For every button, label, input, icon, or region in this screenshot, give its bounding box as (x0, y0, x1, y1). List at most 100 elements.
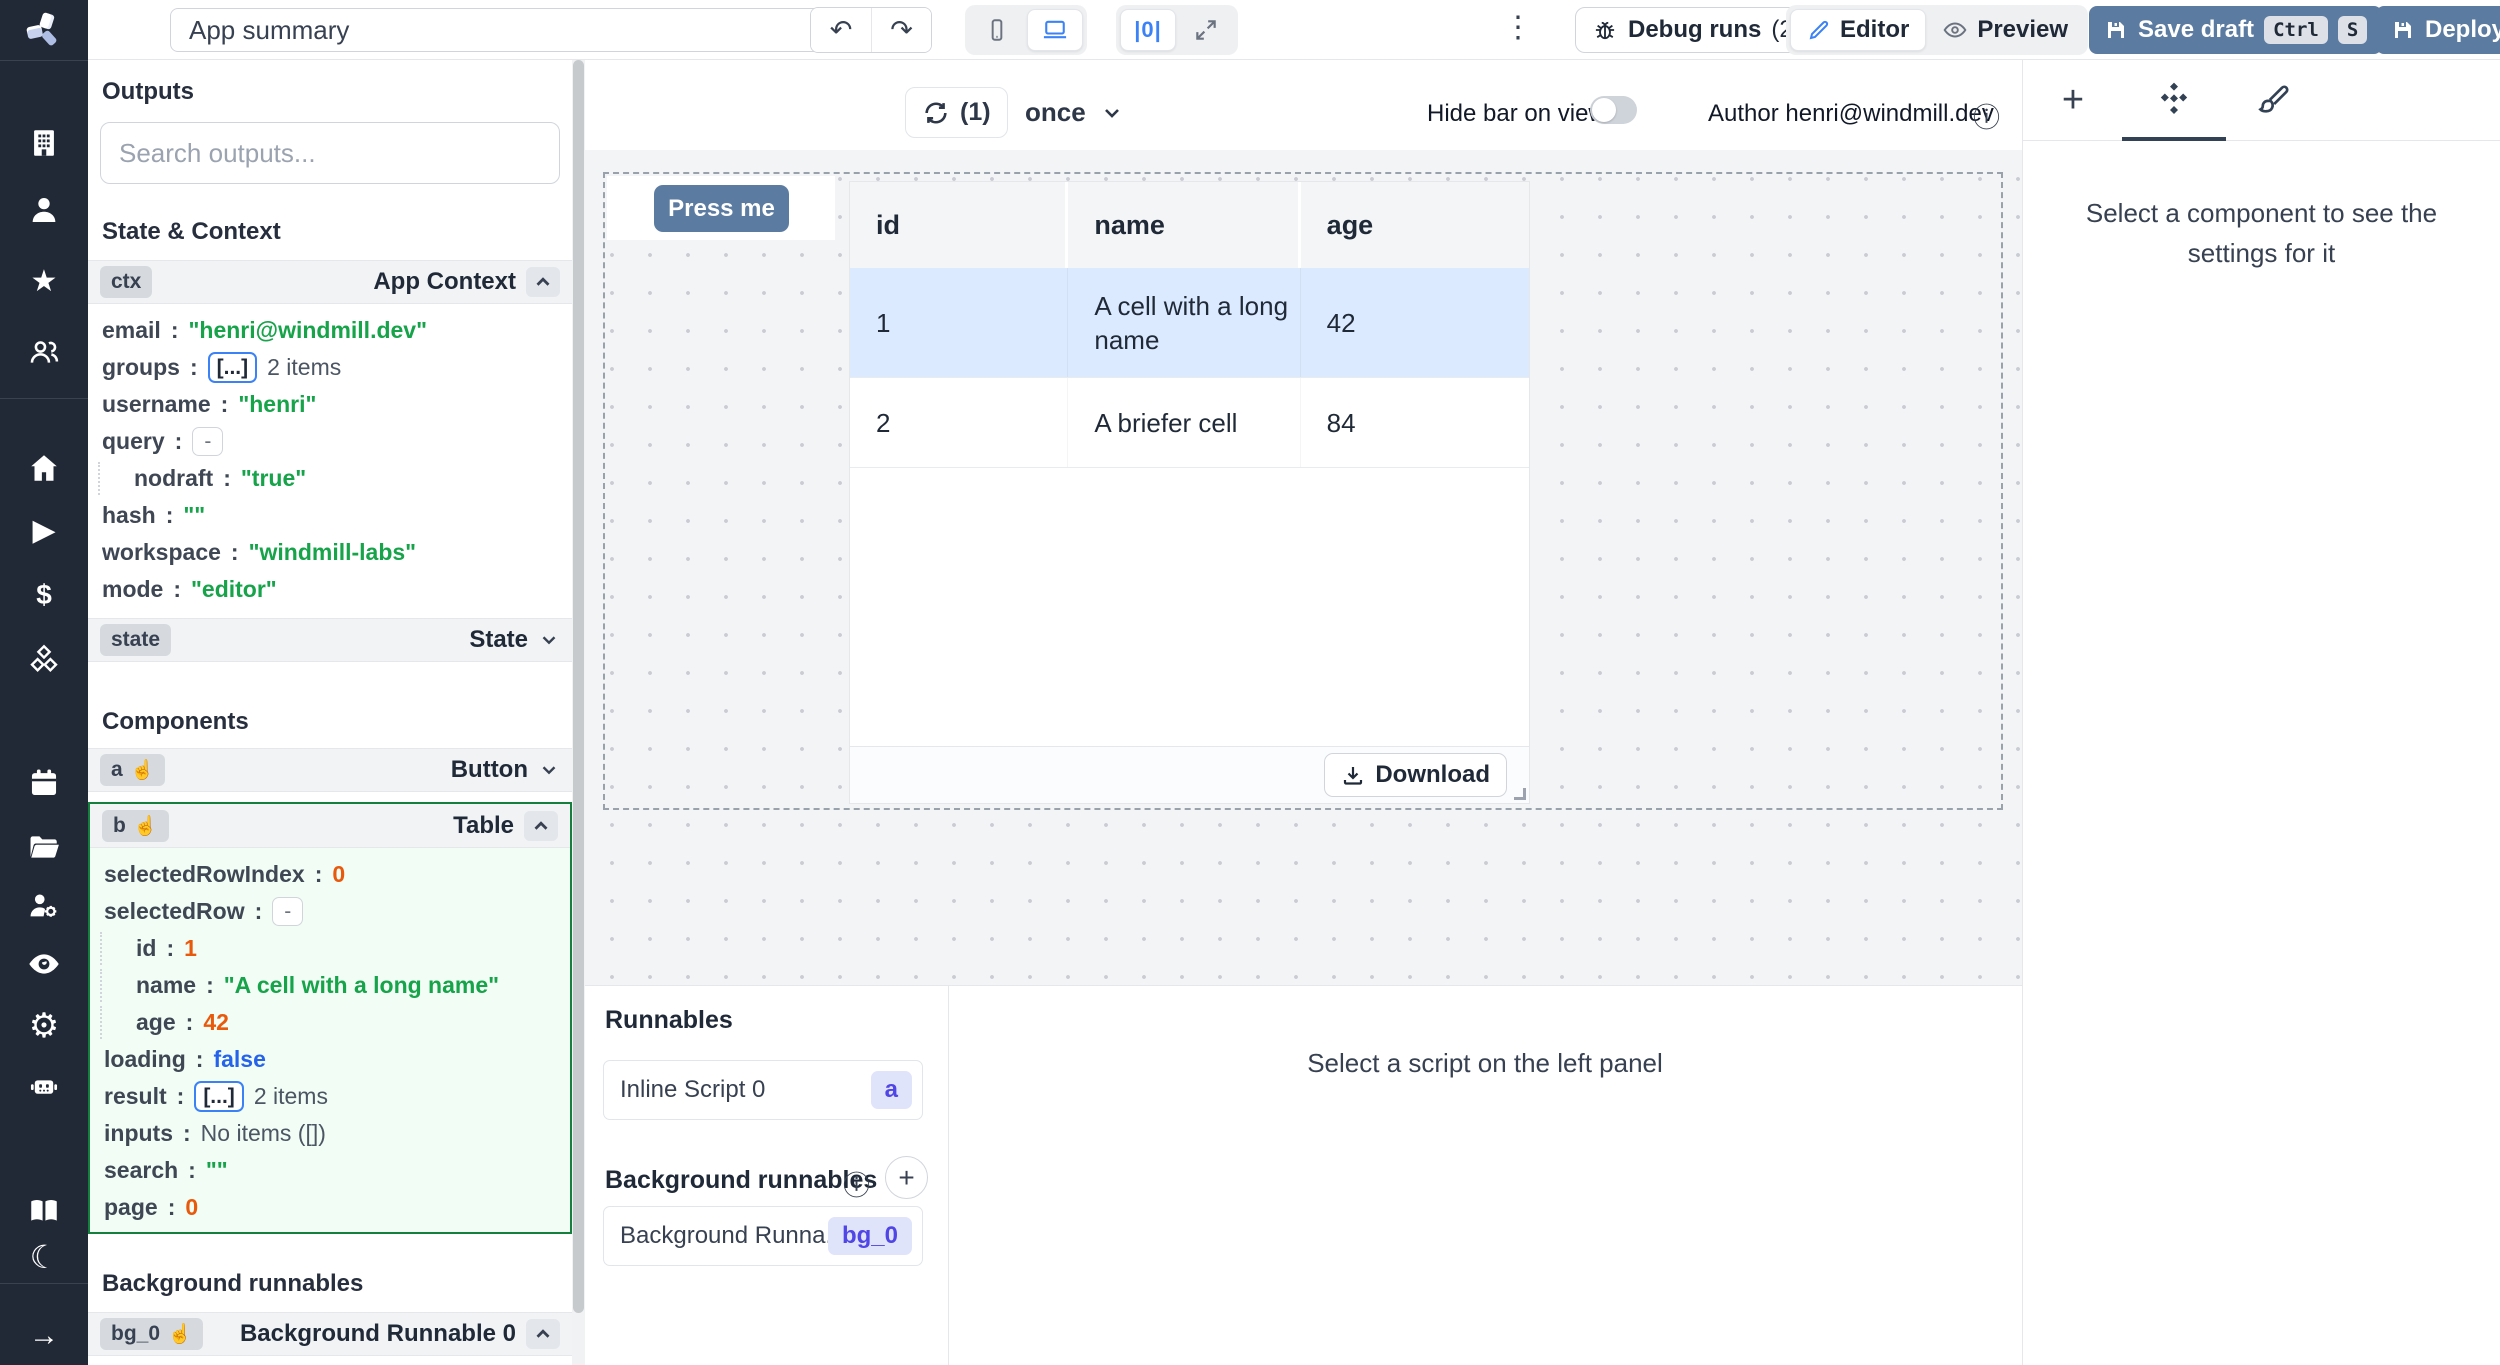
user-icon[interactable] (24, 190, 64, 230)
json-key: mode (102, 576, 163, 603)
workspace-building-icon[interactable] (24, 123, 64, 163)
table-cell[interactable]: 42 (1301, 268, 1529, 377)
app-canvas[interactable]: Press me idnameage 1A cell with a long n… (585, 150, 2022, 985)
json-value: 0 (185, 1194, 198, 1221)
center-canvas-button[interactable]: |0| (1120, 9, 1176, 51)
mobile-view-button[interactable] (969, 9, 1025, 51)
table-header-cell: id (850, 182, 1068, 268)
runs-play-icon[interactable]: ▶ (24, 511, 64, 551)
variables-dollar-icon[interactable]: $ (24, 575, 64, 615)
outputs-panel: Outputs State & Context ctx App Context … (88, 60, 585, 1365)
json-key: selectedRowIndex (104, 861, 305, 888)
component-b-type-label: Table (453, 812, 514, 840)
bg0-type-label: Background Runnable 0 (240, 1320, 516, 1348)
state-chip[interactable]: state (100, 624, 171, 656)
json-key: id (136, 935, 156, 962)
schedules-calendar-icon[interactable] (24, 763, 64, 803)
info-icon[interactable]: ⓘ (1973, 96, 2000, 135)
refresh-button[interactable]: (1) (905, 87, 1008, 138)
canvas-dashed-frame: Press me idnameage 1A cell with a long n… (603, 172, 2003, 810)
json-value: "" (206, 1157, 228, 1184)
audit-eye-icon[interactable] (24, 944, 64, 984)
app-summary-input[interactable] (170, 8, 860, 52)
table-cell[interactable]: 1 (850, 268, 1068, 377)
script-badge: bg_0 (828, 1217, 912, 1255)
save-icon (2391, 18, 2415, 42)
dark-mode-moon-icon[interactable]: ☾ (24, 1237, 64, 1277)
tab-styling[interactable] (2252, 78, 2296, 122)
kbd-ctrl: Ctrl (2264, 16, 2328, 44)
chevron-down-icon[interactable] (538, 759, 560, 781)
table-cell[interactable]: A briefer cell (1068, 378, 1300, 467)
save-draft-button[interactable]: Save draft Ctrl S (2089, 6, 2382, 54)
table-row[interactable]: 1A cell with a long name42 (850, 268, 1529, 378)
deploy-button[interactable]: Deploy (2376, 6, 2500, 54)
resize-handle[interactable] (1514, 788, 1526, 800)
windmill-logo-icon[interactable] (24, 10, 64, 50)
runnables-title: Runnables (605, 1006, 733, 1035)
tab-editor[interactable]: Editor (1790, 9, 1926, 51)
table-cell[interactable]: A cell with a long name (1068, 268, 1300, 377)
desktop-view-button[interactable] (1027, 9, 1083, 51)
empty-value-chip[interactable]: - (192, 427, 223, 456)
table-cell[interactable]: 84 (1301, 378, 1529, 467)
hand-pointer-icon: ☝ (168, 1322, 192, 1346)
info-icon[interactable]: ⓘ (843, 1164, 870, 1203)
table-row[interactable]: 2A briefer cell84 (850, 378, 1529, 468)
fullscreen-button[interactable] (1178, 9, 1234, 51)
settings-gear-icon[interactable]: ⚙ (24, 1006, 64, 1046)
hide-bar-toggle[interactable] (1590, 96, 1637, 124)
ai-robot-icon[interactable] (24, 1066, 64, 1106)
resources-cubes-icon[interactable] (24, 639, 64, 679)
tab-preview[interactable]: Preview (1926, 9, 2084, 51)
search-outputs-input[interactable] (100, 122, 560, 184)
component-a-header-bar[interactable]: a☝ Button (88, 748, 572, 792)
state-header-bar[interactable]: state State (88, 618, 572, 662)
background-runnable-card[interactable]: Background Runna... bg_0 (603, 1206, 923, 1266)
debug-runs-button[interactable]: Debug runs (2) (1575, 7, 1818, 53)
ctx-header-bar[interactable]: ctx App Context (88, 260, 572, 304)
schedule-dropdown[interactable]: once (1025, 90, 1124, 135)
component-b-chip[interactable]: b☝ (102, 810, 169, 842)
json-key: selectedRow (104, 898, 245, 925)
save-icon (2104, 18, 2128, 42)
chevron-down-icon[interactable] (538, 629, 560, 651)
favorites-star-icon[interactable]: ★ (24, 262, 64, 302)
folders-icon[interactable] (24, 827, 64, 867)
button-component-container[interactable]: Press me (607, 176, 835, 240)
empty-value-chip[interactable]: - (272, 897, 303, 926)
expand-array-chip[interactable]: [...] (194, 1081, 244, 1112)
bg0-header-bar[interactable]: bg_0☝ Background Runnable 0 (88, 1312, 572, 1356)
json-value: "windmill-labs" (249, 539, 417, 566)
json-value: "" (183, 502, 205, 529)
table-cell[interactable]: 2 (850, 378, 1068, 467)
tab-component-settings[interactable] (2152, 78, 2196, 122)
workers-users-gear-icon[interactable] (24, 885, 64, 925)
download-button[interactable]: Download (1324, 753, 1507, 797)
component-b-header-bar[interactable]: b☝ Table (90, 804, 570, 848)
collapse-arrow-right-icon[interactable]: → (24, 1316, 64, 1356)
ctx-chip[interactable]: ctx (100, 266, 152, 298)
tab-insert-component[interactable]: + (2051, 78, 2095, 122)
undo-button[interactable]: ↶ (811, 8, 871, 52)
add-background-runnable-button[interactable]: + (885, 1156, 928, 1199)
collapse-button[interactable] (524, 811, 558, 841)
expand-array-chip[interactable]: [...] (208, 352, 258, 383)
collapse-button[interactable] (526, 1319, 560, 1349)
component-a-chip[interactable]: a☝ (100, 754, 165, 786)
press-me-button[interactable]: Press me (654, 185, 789, 232)
home-icon[interactable] (24, 448, 64, 488)
output-json-row: query:- (88, 423, 572, 460)
collapse-button[interactable] (526, 267, 560, 297)
outputs-scrollbar[interactable] (572, 60, 585, 1365)
table-header-row: idnameage (850, 182, 1529, 268)
bg0-chip[interactable]: bg_0☝ (100, 1318, 203, 1350)
docs-book-icon[interactable] (24, 1191, 64, 1231)
phone-icon (984, 17, 1010, 43)
inline-script-card[interactable]: Inline Script 0 a (603, 1060, 923, 1120)
json-value: No items ([]) (201, 1120, 326, 1147)
more-options-kebab-icon[interactable]: ⋮ (1500, 10, 1536, 45)
groups-users-icon[interactable] (24, 332, 64, 372)
redo-button[interactable]: ↷ (871, 8, 931, 52)
output-json-row: nodraft:"true" (88, 460, 572, 497)
